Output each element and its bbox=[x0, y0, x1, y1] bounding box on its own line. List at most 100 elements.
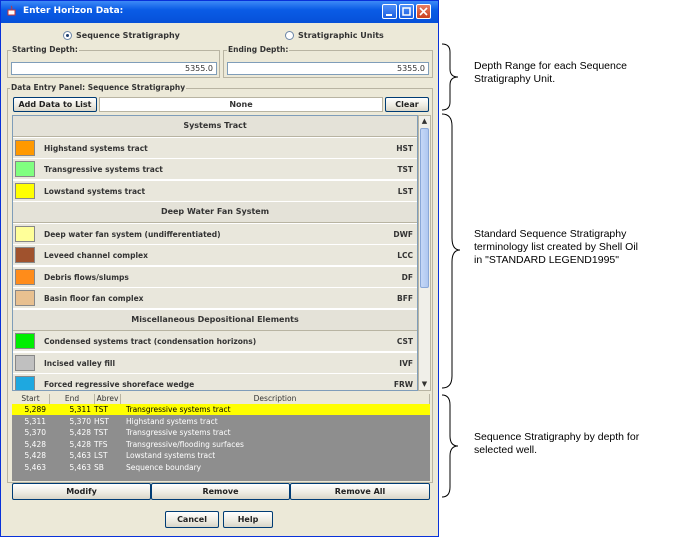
table-cell-start: 5,370 bbox=[24, 428, 46, 437]
annotation-line: Standard Sequence Stratigraphy bbox=[474, 228, 627, 240]
column-header[interactable]: Abrev bbox=[95, 394, 121, 404]
scroll-up-arrow-icon[interactable]: ▲ bbox=[419, 116, 430, 127]
table-cell-abbr: HST bbox=[94, 416, 109, 426]
annotation-line: terminology list created by Shell Oil bbox=[474, 241, 638, 253]
legend-item-name: Highstand systems tract bbox=[44, 143, 148, 153]
table-cell-start: 5,428 bbox=[24, 451, 46, 460]
add-data-to-list-button[interactable]: Add Data to List bbox=[13, 97, 97, 112]
legend-section-header: Deep Water Fan System bbox=[13, 202, 417, 223]
close-button[interactable] bbox=[416, 4, 431, 19]
maximize-icon bbox=[402, 7, 411, 16]
legend-item-abbreviation: LST bbox=[397, 186, 413, 196]
legend-section-header: Systems Tract bbox=[13, 116, 417, 137]
legend-item-abbreviation: BFF bbox=[397, 294, 413, 303]
legend-item[interactable]: Lowstand systems tract LST bbox=[13, 180, 417, 202]
column-header[interactable]: Description bbox=[121, 394, 430, 404]
legend-item[interactable]: Leveed channel complex LCC bbox=[13, 245, 417, 266]
cancel-button[interactable]: Cancel bbox=[165, 511, 219, 528]
table-cell-start: 5,463 bbox=[24, 462, 46, 472]
table-row[interactable]: 5,370 5,428 TST Transgressive systems tract bbox=[12, 427, 430, 438]
legend-item[interactable]: Forced regressive shoreface wedge FRW bbox=[13, 374, 417, 390]
ending-depth-input[interactable]: 5355.0 bbox=[227, 62, 429, 75]
starting-depth-label: Starting Depth: bbox=[11, 45, 79, 54]
remove-all-button[interactable]: Remove All bbox=[290, 483, 430, 500]
table-cell-end: 5,428 bbox=[69, 439, 91, 449]
legend-item-name: Condensed systems tract (condensation ho… bbox=[44, 337, 257, 346]
scroll-down-arrow-icon[interactable]: ▼ bbox=[419, 379, 430, 390]
column-header[interactable]: End bbox=[50, 394, 95, 404]
table-row[interactable]: 5,311 5,370 HST Highstand systems tract bbox=[12, 416, 430, 427]
legend-item-abbreviation: LCC bbox=[397, 251, 413, 260]
annotation-line: Depth Range for each Sequence bbox=[474, 60, 627, 72]
legend-item[interactable]: Transgressive systems tract TST bbox=[13, 159, 417, 180]
starting-depth-input[interactable]: 5355.0 bbox=[11, 62, 217, 75]
table-cell-start: 5,428 bbox=[24, 439, 46, 449]
radio-unselected-icon bbox=[285, 31, 294, 40]
scroll-thumb[interactable] bbox=[420, 128, 429, 288]
legend-color-swatch bbox=[15, 161, 35, 177]
current-selection-display: None bbox=[99, 97, 383, 112]
table-row[interactable]: 5,428 5,428 TFS Transgressive/flooding surf… bbox=[12, 439, 430, 450]
legend-color-swatch bbox=[15, 247, 35, 263]
radio-stratigraphic-units[interactable]: Stratigraphic Units bbox=[285, 31, 384, 40]
legend-item-name: Deep water fan system (undifferentiated) bbox=[44, 229, 221, 239]
table-cell-end: 5,311 bbox=[69, 405, 91, 414]
table-cell-end: 5,370 bbox=[69, 416, 91, 426]
legend-list[interactable]: Systems Tract Highstand systems tract HST T… bbox=[12, 115, 418, 391]
table-row[interactable]: 5,428 5,463 LST Lowstand systems tract bbox=[12, 450, 430, 461]
clear-button[interactable]: Clear bbox=[385, 97, 429, 112]
legend-item[interactable]: Incised valley fill IVF bbox=[13, 352, 417, 374]
table-header: Start End Abrev Description bbox=[12, 394, 430, 404]
table-cell-desc: Lowstand systems tract bbox=[126, 451, 216, 460]
legend-color-swatch bbox=[15, 354, 35, 371]
legend-item[interactable]: Deep water fan system (undifferentiated)… bbox=[13, 223, 417, 245]
annotation-line: selected well. bbox=[474, 444, 538, 456]
legend-item-name: Leveed channel complex bbox=[44, 251, 148, 260]
java-app-icon bbox=[7, 5, 16, 16]
table-cell-end: 5,463 bbox=[69, 462, 91, 472]
radio-sequence-stratigraphy[interactable]: Sequence Stratigraphy bbox=[63, 31, 180, 40]
legend-color-swatch bbox=[15, 139, 35, 156]
legend-item-abbreviation: FRW bbox=[393, 380, 413, 389]
radio-selected-icon bbox=[63, 31, 72, 40]
legend-item-name: Forced regressive shoreface wedge bbox=[44, 380, 195, 389]
legend-scrollbar[interactable]: ▲ ▼ bbox=[418, 115, 431, 391]
maximize-button[interactable] bbox=[399, 4, 414, 19]
mode-selector: Sequence Stratigraphy Stratigraphic Unit… bbox=[1, 29, 438, 43]
legend-item-abbreviation: CST bbox=[396, 337, 413, 346]
legend-item-name: Lowstand systems tract bbox=[44, 186, 146, 196]
sequence-depth-table[interactable]: Start End Abrev Description 5,289 5,311 TST Tr… bbox=[12, 394, 430, 481]
table-cell-abbr: LST bbox=[94, 451, 108, 460]
minimize-button[interactable] bbox=[382, 4, 397, 19]
legend-color-swatch bbox=[15, 268, 35, 285]
table-cell-start: 5,311 bbox=[24, 416, 46, 426]
table-cell-abbr: TST bbox=[94, 428, 108, 437]
legend-color-swatch bbox=[15, 225, 35, 242]
legend-item-abbreviation: DWF bbox=[393, 229, 413, 239]
table-row[interactable]: 5,289 5,311 TST Transgressive systems tract bbox=[12, 404, 430, 415]
table-cell-desc: Sequence boundary bbox=[126, 462, 202, 472]
legend-item[interactable]: Highstand systems tract HST bbox=[13, 137, 417, 159]
legend-item-abbreviation: HST bbox=[396, 143, 413, 153]
annotation-legend-list: Standard Sequence Stratigraphy terminolo… bbox=[474, 228, 638, 267]
help-button[interactable]: Help bbox=[223, 511, 273, 528]
modify-button[interactable]: Modify bbox=[12, 483, 151, 500]
table-row[interactable]: 5,463 5,463 SB Sequence boundary bbox=[12, 462, 430, 473]
legend-color-swatch bbox=[15, 182, 35, 199]
ending-depth-label: Ending Depth: bbox=[227, 45, 290, 54]
minimize-icon bbox=[386, 14, 392, 16]
legend-item-abbreviation: TST bbox=[397, 165, 413, 174]
legend-list-brace bbox=[441, 113, 461, 389]
column-header[interactable]: Start bbox=[12, 394, 50, 404]
table-cell-desc: Transgressive systems tract bbox=[126, 428, 231, 437]
title-bar[interactable]: Enter Horizon Data: bbox=[1, 1, 438, 23]
remove-button[interactable]: Remove bbox=[151, 483, 290, 500]
table-cell-abbr: SB bbox=[94, 462, 104, 472]
legend-color-swatch bbox=[15, 333, 35, 349]
table-cell-end: 5,428 bbox=[69, 428, 91, 437]
legend-item[interactable]: Condensed systems tract (condensation ho… bbox=[13, 331, 417, 352]
legend-item[interactable]: Basin floor fan complex BFF bbox=[13, 288, 417, 309]
close-icon bbox=[419, 7, 428, 16]
legend-item[interactable]: Debris flows/slumps DF bbox=[13, 266, 417, 288]
table-cell-desc: Highstand systems tract bbox=[126, 416, 218, 426]
